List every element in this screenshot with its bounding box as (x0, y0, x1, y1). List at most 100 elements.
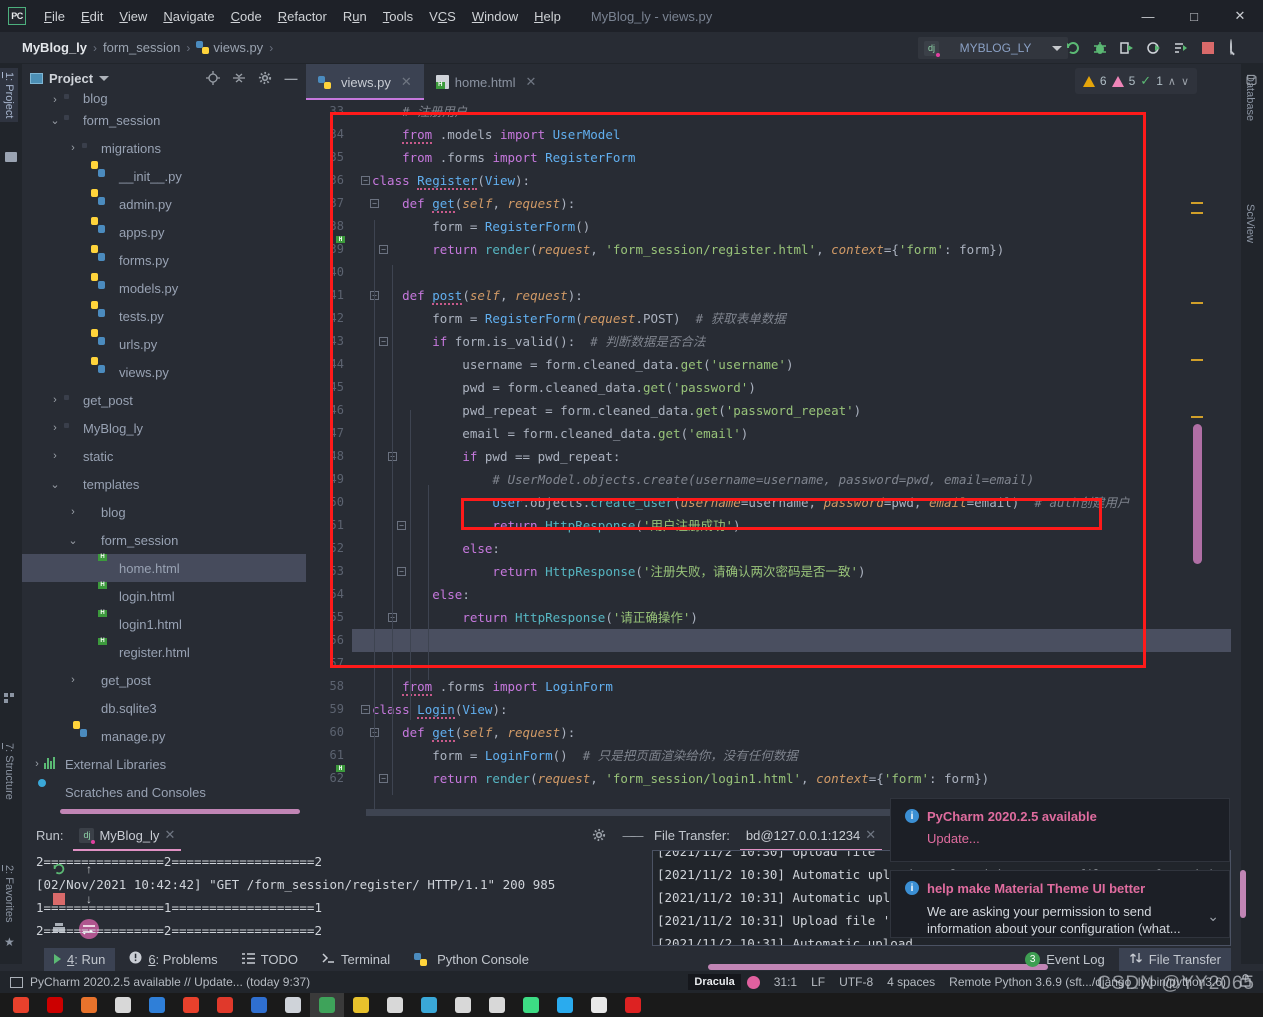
code-line[interactable]: return render(request, 'form_session/reg… (352, 238, 1231, 261)
code-line[interactable]: User.objects.create_user(username=userna… (352, 491, 1231, 514)
project-tree[interactable]: › blog ⌄ form_session › migrations __init__.py… (22, 92, 306, 806)
code-line[interactable]: class Register(View): (352, 169, 1231, 192)
expand-arrow-icon[interactable]: › (48, 394, 62, 406)
theme-color-dot[interactable] (746, 975, 760, 989)
tree-item-migrations[interactable]: › migrations (22, 134, 306, 162)
code-line[interactable]: pwd = form.cleaned_data.get('password') (352, 376, 1231, 399)
code-line[interactable]: def get(self, request): (352, 721, 1231, 744)
code-line[interactable] (352, 652, 1231, 675)
code-line[interactable]: from .forms import RegisterForm (352, 146, 1231, 169)
tree-item-form-session[interactable]: ⌄ form_session (22, 526, 306, 554)
line-separator[interactable]: LF (811, 975, 825, 989)
coverage-icon[interactable] (1119, 40, 1135, 56)
menu-window[interactable]: Window (464, 7, 526, 26)
editor-gutter[interactable]: 33 34 35 36 37 38 39 40 41 42 43 44 45 46 47 48 49 50 51 52… (306, 100, 352, 816)
code-line[interactable]: form = LoginForm() # 只是把页面渲染给你，没有任何数据 (352, 744, 1231, 767)
minimize-button[interactable]: — (1125, 0, 1171, 32)
tree-item-register-html[interactable]: register.html (22, 638, 306, 666)
run-with-console-icon[interactable] (1173, 40, 1189, 56)
menu-navigate[interactable]: Navigate (155, 7, 222, 26)
gear-icon[interactable] (258, 71, 272, 85)
tool-tab-python-console[interactable]: Python Console (404, 948, 539, 971)
profile-icon[interactable] (1146, 40, 1162, 56)
code-line[interactable]: class Login(View): (352, 698, 1231, 721)
tree-item-get-post[interactable]: › get_post (22, 666, 306, 694)
menu-vcs[interactable]: VCS (421, 7, 464, 26)
pycharm-icon[interactable] (310, 993, 344, 1017)
calculator-icon[interactable] (412, 993, 446, 1017)
tree-item-init-py[interactable]: __init__.py (22, 162, 306, 190)
expand-arrow-icon[interactable]: › (66, 142, 80, 154)
tool-tab-sciview[interactable]: SciView (1241, 200, 1259, 247)
tree-item-login-html[interactable]: login.html (22, 582, 306, 610)
editor-tab-home-html[interactable]: home.html ✕ (424, 64, 549, 100)
tree-item-templates[interactable]: ⌄ templates (22, 470, 306, 498)
notepad2-icon[interactable] (446, 993, 480, 1017)
code-line[interactable]: username = form.cleaned_data.get('userna… (352, 353, 1231, 376)
code-line[interactable]: if pwd == pwd_repeat: (352, 445, 1231, 468)
tree-item-views-py[interactable]: views.py (22, 358, 306, 386)
tool-tab-project[interactable]: 1: Project (0, 68, 18, 123)
expand-arrow-icon[interactable]: › (48, 94, 62, 106)
kmplayer-icon[interactable] (616, 993, 650, 1017)
tool-tab-run[interactable]: 4: Run (44, 947, 116, 971)
editor-horizontal-scrollbar[interactable] (366, 809, 896, 816)
file-transfer-horizontal-scrollbar[interactable] (708, 964, 1048, 970)
chevron-down-icon[interactable]: ⌄ (1207, 908, 1219, 925)
tree-item-form-session[interactable]: ⌄ form_session (22, 106, 306, 134)
tree-item-home-html[interactable]: home.html (22, 554, 306, 582)
code-line[interactable]: return HttpResponse('注册失败，请确认两次密码是否一致') (352, 560, 1231, 583)
breadcrumb-item-views-py[interactable]: views.py (213, 40, 263, 55)
code-line[interactable]: def get(self, request): (352, 192, 1231, 215)
flame-icon[interactable] (208, 993, 242, 1017)
notification-pycharm-update[interactable]: i PyCharm 2020.2.5 available Update... (890, 798, 1230, 862)
menu-view[interactable]: View (111, 7, 155, 26)
expand-arrow-icon[interactable]: ⌄ (48, 114, 62, 127)
code-line[interactable]: pwd_repeat = form.cleaned_data.get('pass… (352, 399, 1231, 422)
android-icon[interactable] (514, 993, 548, 1017)
inspection-widget[interactable]: 6 5 ✓ 1 ∧ ∨ (1074, 68, 1197, 94)
notification-update-link[interactable]: Update... (927, 831, 1215, 846)
tree-item-models-py[interactable]: models.py (22, 274, 306, 302)
tool-tab-problems[interactable]: 6: Problems (119, 947, 227, 971)
expand-arrow-icon[interactable]: › (30, 758, 44, 770)
stop-icon[interactable] (1200, 40, 1216, 56)
menu-code[interactable]: Code (223, 7, 270, 26)
file-transfer-tab[interactable]: bd@127.0.0.1:1234 ✕ (739, 823, 883, 851)
tool-tab-structure[interactable]: 7: Structure (0, 739, 18, 804)
console-icon[interactable] (276, 993, 310, 1017)
browser-icon[interactable] (140, 993, 174, 1017)
locate-icon[interactable] (206, 71, 220, 85)
expand-arrow-icon[interactable]: ⌄ (48, 478, 62, 491)
run-tab-myblog[interactable]: dj MyBlog_ly ✕ (73, 823, 182, 851)
tree-item-scratches-and-consoles[interactable]: Scratches and Consoles (22, 778, 306, 806)
code-line[interactable]: return render(request, 'form_session/log… (352, 767, 1231, 790)
code-line[interactable]: else: (352, 583, 1231, 606)
menu-edit[interactable]: Edit (73, 7, 111, 26)
code-line[interactable]: form = RegisterForm(request.POST) # 获取表单… (352, 307, 1231, 330)
code-line[interactable] (352, 629, 1231, 652)
code-line[interactable]: return HttpResponse('用户注册成功') (352, 514, 1231, 537)
debug-icon[interactable] (1092, 40, 1108, 56)
editor-vertical-scrollbar[interactable] (1193, 424, 1202, 564)
tree-item-static[interactable]: › static (22, 442, 306, 470)
menu-refactor[interactable]: Refactor (270, 7, 335, 26)
tree-item-manage-py[interactable]: manage.py (22, 722, 306, 750)
dropbox-icon[interactable] (242, 993, 276, 1017)
run-console-output[interactable]: 2================2===================2 [0… (36, 850, 596, 940)
tux-icon[interactable] (106, 993, 140, 1017)
menu-help[interactable]: Help (526, 7, 569, 26)
code-line[interactable]: if form.is_valid(): # 判断数据是否合法 (352, 330, 1231, 353)
close-icon[interactable]: ✕ (164, 827, 175, 843)
tree-item-blog[interactable]: › blog (22, 498, 306, 526)
next-problem-icon[interactable]: ∨ (1181, 75, 1189, 88)
expand-arrow-icon[interactable]: › (66, 506, 80, 518)
close-button[interactable]: ✕ (1217, 0, 1263, 32)
tree-item-urls-py[interactable]: urls.py (22, 330, 306, 358)
code-line[interactable]: from .models import UserModel (352, 123, 1231, 146)
rerun-icon[interactable] (1065, 40, 1081, 56)
expand-arrow-icon[interactable]: › (66, 674, 80, 686)
gear-icon[interactable] (592, 828, 606, 842)
tool-tab-favorites[interactable]: 2: Favorites (0, 861, 18, 926)
tree-item-get-post[interactable]: › get_post (22, 386, 306, 414)
